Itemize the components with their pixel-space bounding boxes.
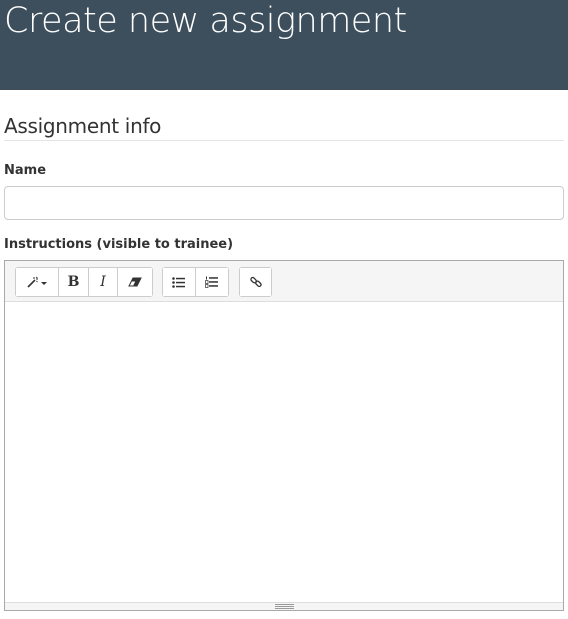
unordered-list-button[interactable] (163, 268, 196, 296)
format-button-group: B I (15, 267, 153, 297)
numbered-list-icon (205, 276, 219, 288)
insert-link-button[interactable] (240, 268, 271, 296)
page-header: Create new assignment (0, 0, 568, 90)
bullet-list-icon (172, 276, 186, 288)
page-title: Create new assignment (4, 1, 407, 41)
caret-down-icon (41, 282, 47, 285)
editor-toolbar: B I (5, 261, 563, 302)
section-divider (4, 140, 564, 141)
section-title: Assignment info (4, 114, 162, 138)
ordered-list-button[interactable] (195, 268, 228, 296)
name-label: Name (4, 163, 47, 178)
eraser-icon (128, 277, 142, 287)
style-dropdown-button[interactable] (16, 268, 59, 296)
italic-button[interactable]: I (89, 268, 118, 296)
instructions-label: Instructions (visible to trainee) (4, 237, 234, 252)
bold-button[interactable]: B (59, 268, 89, 296)
resize-grip-icon (274, 604, 294, 609)
clear-format-button[interactable] (118, 268, 152, 296)
link-button-group (239, 267, 272, 297)
magic-wand-icon (27, 276, 47, 288)
name-input[interactable] (4, 186, 564, 220)
list-button-group (162, 267, 229, 297)
editor-resize-handle[interactable] (5, 602, 563, 610)
instructions-editor-area[interactable] (5, 302, 563, 602)
link-icon (249, 276, 262, 288)
rich-text-editor: B I (4, 260, 564, 611)
